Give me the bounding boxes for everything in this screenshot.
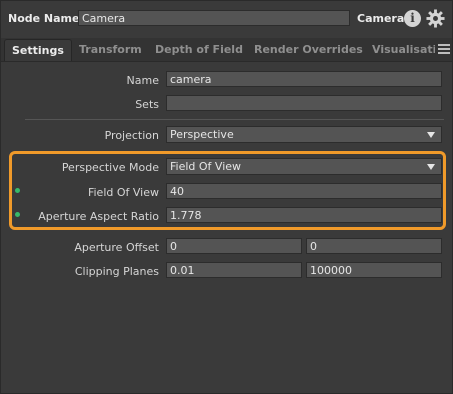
field-of-view-label: Field Of View [87, 186, 159, 199]
aperture-offset-y-input[interactable]: 0 [306, 238, 442, 254]
chevron-down-icon [427, 132, 435, 138]
panel-header: Node Name Camera Camera i [1, 1, 452, 37]
section-divider [25, 119, 444, 120]
projection-label: Projection [104, 129, 159, 142]
clipping-planes-label: Clipping Planes [74, 265, 159, 278]
clipping-far-input[interactable]: 100000 [306, 262, 442, 278]
animated-indicator-dot[interactable] [15, 188, 20, 193]
aperture-offset-x-input[interactable]: 0 [166, 238, 302, 254]
node-name-label: Node Name [8, 12, 80, 25]
perspective-mode-label: Perspective Mode [61, 161, 159, 174]
aperture-aspect-ratio-input[interactable]: 1.778 [166, 207, 442, 223]
field-of-view-input[interactable]: 40 [166, 183, 442, 199]
tab-bar: Settings Transform Depth of Field Render… [1, 38, 452, 62]
sets-label: Sets [135, 98, 159, 111]
animated-indicator-dot[interactable] [15, 212, 20, 217]
tab-transform[interactable]: Transform [79, 43, 142, 56]
sets-input[interactable] [166, 95, 442, 111]
perspective-mode-dropdown[interactable]: Field Of View [166, 158, 442, 175]
node-parameters-panel: Node Name Camera Camera i Settings Trans… [0, 0, 453, 394]
name-input[interactable]: camera [166, 71, 442, 87]
projection-dropdown[interactable]: Perspective [166, 126, 442, 143]
tab-render-overrides[interactable]: Render Overrides [254, 43, 363, 56]
tab-settings[interactable]: Settings [4, 39, 72, 61]
info-icon[interactable]: i [404, 10, 421, 27]
clipping-near-input[interactable]: 0.01 [166, 262, 302, 278]
node-name-input[interactable]: Camera [78, 10, 350, 26]
tab-depth-of-field[interactable]: Depth of Field [155, 43, 243, 56]
perspective-mode-value: Field Of View [170, 160, 242, 173]
aperture-offset-label: Aperture Offset [74, 241, 159, 254]
name-label: Name [126, 74, 159, 87]
projection-value: Perspective [170, 128, 234, 141]
aperture-aspect-ratio-label: Aperture Aspect Ratio [38, 210, 159, 223]
tab-visualisation[interactable]: Visualisatio [372, 43, 435, 56]
node-type-label: Camera [357, 12, 405, 25]
gear-icon[interactable] [426, 9, 445, 28]
chevron-down-icon [427, 164, 435, 170]
tab-menu-icon[interactable] [438, 44, 450, 56]
